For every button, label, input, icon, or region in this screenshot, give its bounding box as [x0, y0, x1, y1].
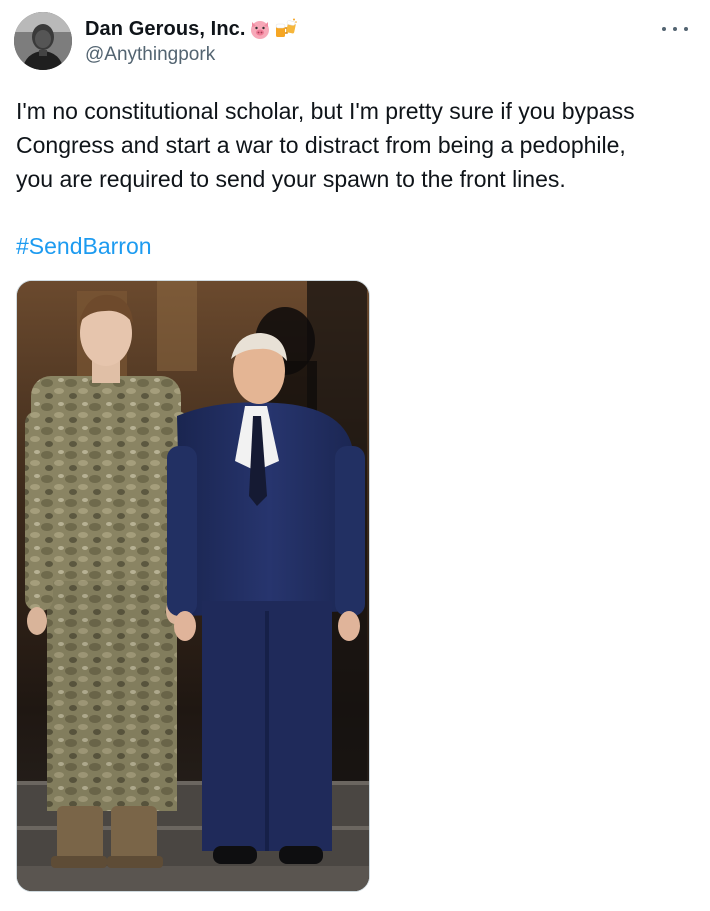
display-name[interactable]: Dan Gerous, Inc.	[85, 18, 246, 41]
hashtag-link[interactable]: #SendBarron	[16, 230, 152, 262]
photo-illustration	[17, 281, 369, 891]
dot-icon	[662, 27, 666, 31]
display-name-row: Dan Gerous, Inc.	[85, 16, 298, 42]
tweet-media-photo[interactable]	[16, 280, 370, 892]
avatar[interactable]	[14, 12, 72, 70]
tweet-card: Dan Gerous, Inc. @Anythingpork I'm no co…	[0, 0, 710, 911]
tweet-header: Dan Gerous, Inc. @Anythingpork	[14, 12, 298, 70]
author-handle[interactable]: @Anythingpork	[85, 44, 298, 66]
tweet-text-line: I'm no constitutional scholar, but I'm p…	[16, 98, 635, 124]
tweet-text-line: you are required to send your spawn to t…	[16, 166, 566, 192]
avatar-photo	[14, 12, 72, 70]
pig-face-icon	[248, 17, 272, 41]
dot-icon	[684, 27, 688, 31]
tweet-text: I'm no constitutional scholar, but I'm p…	[16, 94, 696, 196]
soldier-figure	[25, 294, 189, 868]
more-options-button[interactable]	[662, 20, 688, 38]
author-names: Dan Gerous, Inc. @Anythingpork	[85, 12, 298, 70]
beer-mugs-icon	[274, 17, 298, 41]
tweet-text-line: Congress and start a war to distract fro…	[16, 132, 626, 158]
dot-icon	[673, 27, 677, 31]
